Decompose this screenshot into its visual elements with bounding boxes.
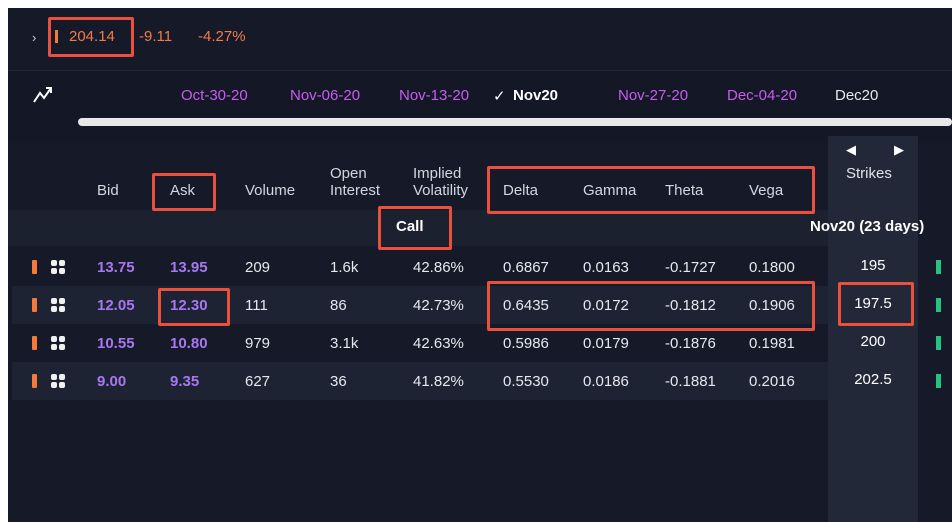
iv-cell: 41.82%: [413, 373, 464, 390]
delta-cell: 0.6435: [503, 297, 549, 314]
header-line: Volatility: [413, 182, 469, 199]
call-indicator: [32, 298, 37, 312]
bid-cell[interactable]: 12.05: [97, 297, 135, 314]
vega-header[interactable]: Vega: [749, 182, 783, 199]
ask-cell[interactable]: 10.80: [170, 335, 208, 352]
chevron-right-icon[interactable]: ›: [32, 30, 36, 45]
gamma-header[interactable]: Gamma: [583, 182, 636, 199]
open-interest-header[interactable]: Open Interest: [330, 165, 380, 199]
bid-header[interactable]: Bid: [97, 182, 119, 199]
theta-cell: -0.1876: [665, 335, 716, 352]
volume-header[interactable]: Volume: [245, 182, 295, 199]
gamma-cell: 0.0172: [583, 297, 629, 314]
volume-cell: 111: [245, 297, 268, 314]
call-label: Call: [396, 218, 424, 235]
line-chart-icon[interactable]: [32, 84, 54, 106]
price-change-percent: -4.27%: [198, 28, 246, 45]
grid-icon[interactable]: [51, 298, 65, 312]
put-indicator: [936, 336, 941, 350]
gamma-cell: 0.0163: [583, 259, 629, 276]
ask-cell[interactable]: 12.30: [170, 297, 208, 314]
price-marker: [55, 30, 58, 43]
expiration-tab[interactable]: Nov-06-20: [290, 87, 360, 104]
call-indicator: [32, 336, 37, 350]
options-chain-app: › 204.14 -9.11 -4.27% Oct-30-20 Nov-06-2…: [8, 8, 952, 522]
grid-icon[interactable]: [51, 374, 65, 388]
call-indicator: [32, 260, 37, 274]
ask-header[interactable]: Ask: [170, 182, 195, 199]
last-price: 204.14: [69, 28, 115, 45]
header-line: Interest: [330, 182, 381, 199]
grid-icon[interactable]: [51, 336, 65, 350]
ask-cell[interactable]: 9.35: [170, 373, 199, 390]
open-interest-cell: 86: [330, 297, 347, 314]
put-indicator: [936, 374, 941, 388]
strike-cell[interactable]: 202.5: [828, 371, 918, 388]
gamma-cell: 0.0179: [583, 335, 629, 352]
iv-cell: 42.73%: [413, 297, 464, 314]
delta-cell: 0.5986: [503, 335, 549, 352]
expiration-tab[interactable]: Dec-04-20: [727, 87, 797, 104]
open-interest-cell: 3.1k: [330, 335, 359, 352]
header-line: Open: [330, 165, 367, 182]
implied-volatility-header[interactable]: Implied Volatility: [413, 165, 468, 199]
volume-cell: 627: [245, 373, 271, 390]
expiration-tab-active[interactable]: Nov20: [513, 87, 558, 104]
volume-cell: 979: [245, 335, 271, 352]
theta-cell: -0.1812: [665, 297, 716, 314]
iv-cell: 42.63%: [413, 335, 464, 352]
iv-cell: 42.86%: [413, 259, 464, 276]
expiration-days-label: Nov20 (23 days): [810, 218, 925, 235]
vega-cell: 0.1906: [749, 297, 795, 314]
volume-cell: 209: [245, 259, 271, 276]
theta-header[interactable]: Theta: [665, 182, 703, 199]
put-indicator: [936, 298, 941, 312]
put-indicator: [936, 260, 941, 274]
open-interest-cell: 1.6k: [330, 259, 359, 276]
delta-header[interactable]: Delta: [503, 182, 538, 199]
vega-cell: 0.2016: [749, 373, 795, 390]
theta-cell: -0.1727: [665, 259, 716, 276]
theta-cell: -0.1881: [665, 373, 716, 390]
triangle-left-icon[interactable]: ◀: [846, 142, 856, 158]
grid-icon[interactable]: [51, 260, 65, 274]
triangle-right-icon[interactable]: ▶: [894, 142, 904, 158]
open-interest-cell: 36: [330, 373, 347, 390]
expiration-bar: [8, 70, 952, 143]
gamma-cell: 0.0186: [583, 373, 629, 390]
strike-cell[interactable]: 195: [828, 257, 918, 274]
strikes-header: Strikes: [846, 165, 892, 182]
check-icon: ✓: [493, 88, 506, 105]
ask-cell[interactable]: 13.95: [170, 259, 208, 276]
strike-cell[interactable]: 200: [828, 333, 918, 350]
strikes-column: [828, 136, 918, 522]
vega-cell: 0.1981: [749, 335, 795, 352]
vega-cell: 0.1800: [749, 259, 795, 276]
expiration-tab[interactable]: Dec20: [835, 87, 878, 104]
delta-cell: 0.5530: [503, 373, 549, 390]
expiration-scrollbar[interactable]: [78, 118, 952, 126]
bid-cell[interactable]: 9.00: [97, 373, 126, 390]
price-change: -9.11: [139, 28, 173, 45]
header-line: Implied: [413, 165, 462, 182]
delta-cell: 0.6867: [503, 259, 549, 276]
call-indicator: [32, 374, 37, 388]
expiration-tab[interactable]: Nov-13-20: [399, 87, 469, 104]
bid-cell[interactable]: 10.55: [97, 335, 135, 352]
expiration-tab[interactable]: Oct-30-20: [181, 87, 248, 104]
expiration-tab[interactable]: Nov-27-20: [618, 87, 688, 104]
strike-cell[interactable]: 197.5: [828, 295, 918, 312]
bid-cell[interactable]: 13.75: [97, 259, 135, 276]
